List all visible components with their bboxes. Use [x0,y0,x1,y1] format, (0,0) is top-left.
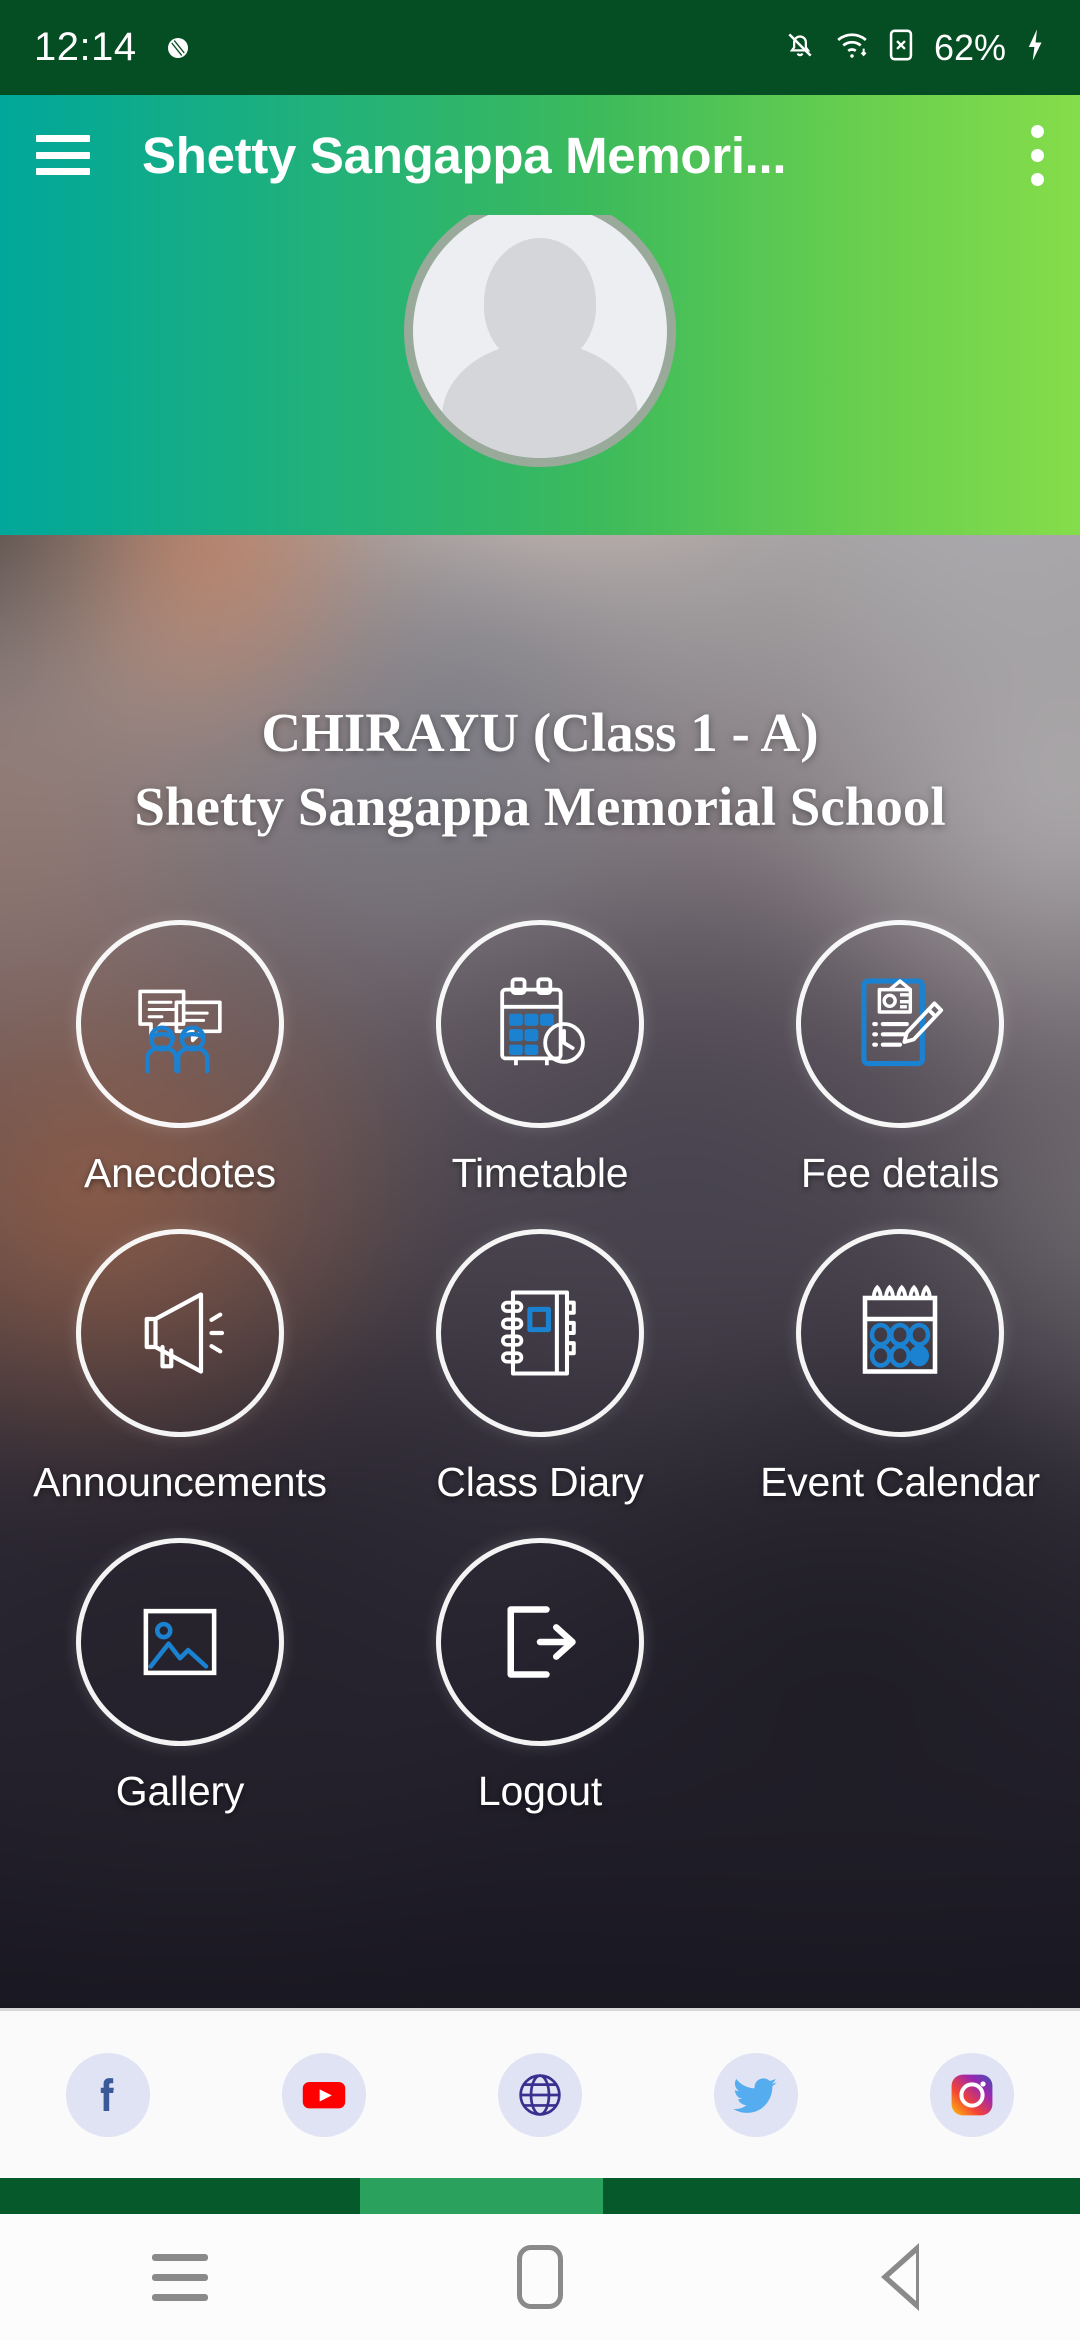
sim-x-icon [888,28,914,67]
grid-item-class-diary[interactable]: Class Diary [360,1229,720,1506]
grid-item-gallery[interactable]: Gallery [0,1538,360,1815]
grid-item-timetable[interactable]: Timetable [360,920,720,1197]
recents-icon[interactable] [120,2237,240,2317]
status-bar: 12:14 62% [0,0,1080,95]
logout-icon [436,1538,644,1746]
indicator-segment [359,2178,603,2214]
status-bar-icons: 62% [784,27,1046,69]
grid-item-fee-details[interactable]: Fee details [720,920,1080,1197]
student-name-class: CHIRAYU (Class 1 - A) [261,702,819,763]
home-icon[interactable] [480,2237,600,2317]
grid-item-event-calendar[interactable]: Event Calendar [720,1229,1080,1506]
overflow-menu-icon[interactable] [1030,124,1044,186]
grid-item-logout[interactable]: Logout [360,1538,720,1815]
app-screen: 12:14 62% Shetty Sangappa Memori... CHIR… [0,0,1080,2340]
avatar-body-shape [442,342,638,458]
class-diary-icon [436,1229,644,1437]
youtube-icon[interactable] [282,2052,366,2137]
announcements-icon [76,1229,284,1437]
indicator-segment [0,2178,360,2214]
battery-charging-icon [1024,28,1046,67]
grid-item-label: Class Diary [436,1459,644,1505]
gallery-icon [76,1538,284,1746]
grid-item-label: Logout [477,1768,603,1814]
grid-item-label: Anecdotes [84,1150,276,1196]
grid-item-label: Gallery [115,1768,245,1814]
indicator-segment [602,2178,1080,2214]
battery-percent-label: 62% [933,26,1006,68]
school-name: Shetty Sangappa Memorial School [134,776,946,837]
bell-muted-icon [784,29,816,66]
hamburger-menu-icon[interactable] [36,135,90,175]
twitter-icon[interactable] [714,2052,798,2137]
notification-dot-icon [163,33,193,63]
grid-item-anecdotes[interactable]: Anecdotes [0,920,360,1197]
instagram-icon[interactable] [930,2052,1014,2137]
grid-item-label: Event Calendar [760,1459,1040,1505]
grid-item-label: Fee details [800,1150,1000,1196]
globe-icon[interactable] [498,2052,582,2137]
page-title: Shetty Sangappa Memori... [142,126,787,184]
feature-grid: Anecdotes Timetable Fee details Announce… [0,920,1080,1847]
social-links-bar [0,2008,1080,2178]
timetable-icon [436,920,644,1128]
grid-item-label: Timetable [451,1150,629,1196]
default-person-avatar[interactable] [404,195,676,467]
wifi-icon [834,29,870,66]
profile-name-block: CHIRAYU (Class 1 - A) Shetty Sangappa Me… [0,700,1080,840]
grid-item-label: Announcements [33,1459,327,1505]
facebook-icon[interactable] [66,2052,150,2137]
grid-item-announcements[interactable]: Announcements [0,1229,360,1506]
back-icon[interactable] [840,2237,960,2317]
event-calendar-icon [796,1229,1004,1437]
app-toolbar: Shetty Sangappa Memori... [0,95,1080,215]
android-navigation-bar [0,2214,1080,2340]
page-indicator-strip [0,2178,1080,2214]
fee-details-icon [796,920,1004,1128]
status-bar-clock: 12:14 [34,25,137,69]
anecdotes-icon [76,920,284,1128]
